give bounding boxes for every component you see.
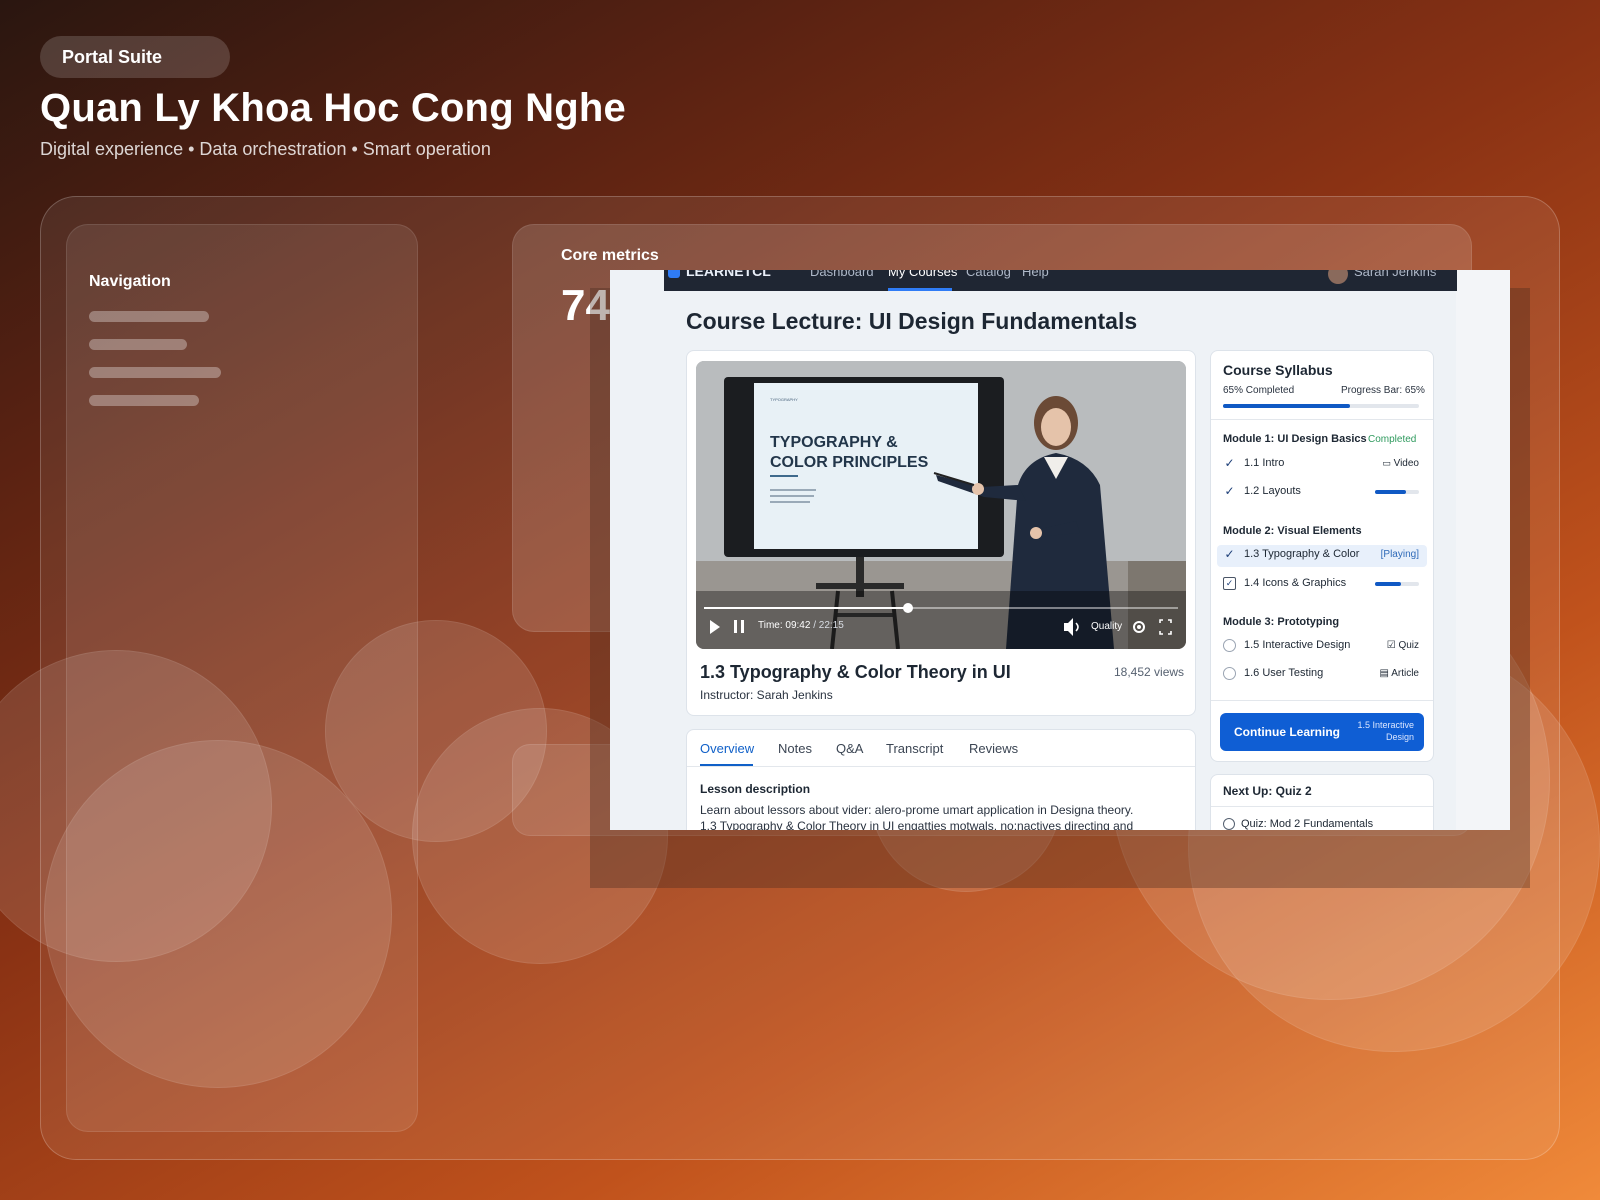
syllabus-item-1-1[interactable]: ✓ 1.1 Intro ▭ Video (1223, 454, 1419, 476)
page-edge-strip (1456, 270, 1510, 830)
syllabus-item-1-3[interactable]: ✓ 1.3 Typography & Color [Playing] (1217, 545, 1427, 567)
item-type: ▭ Video (1382, 458, 1419, 469)
app-top-bar: LEARNETCL Dashboard My Courses Catalog H… (664, 270, 1457, 291)
article-icon: ▤ (1379, 668, 1389, 679)
continue-learning-button[interactable]: Continue Learning 1.5 Interactive Design (1220, 713, 1424, 751)
next-up-title: Next Up: Quiz 2 (1223, 784, 1312, 798)
continue-learning-label: Continue Learning (1234, 725, 1340, 739)
nav-catalog[interactable]: Catalog (966, 270, 1011, 279)
slide-title-line1: TYPOGRAPHY & (770, 434, 898, 451)
nav-placeholder-line[interactable] (89, 311, 209, 322)
video-player[interactable]: TYPOGRAPHY TYPOGRAPHY & COLOR PRINCIPLES (696, 361, 1186, 649)
tab-notes[interactable]: Notes (778, 741, 812, 756)
video-frame: TYPOGRAPHY TYPOGRAPHY & COLOR PRINCIPLES (696, 361, 1186, 649)
syllabus-item-1-6[interactable]: 1.6 User Testing ▤ Article (1223, 664, 1419, 686)
item-label: 1.1 Intro (1244, 457, 1285, 469)
module-3-title[interactable]: Module 3: Prototyping (1223, 616, 1339, 628)
nav-placeholder-line[interactable] (89, 395, 199, 406)
lesson-description-text: Learn about lessors about vider: alero-p… (700, 803, 1134, 830)
next-up-item[interactable]: Quiz: Mod 2 Fundamentals (1223, 818, 1373, 830)
module-1-title[interactable]: Module 1: UI Design Basics (1223, 433, 1367, 445)
navigation-panel: Navigation (66, 224, 418, 1132)
item-type: ☑ Quiz (1386, 640, 1419, 651)
video-progress-fill (704, 607, 908, 609)
slide-small-caption: TYPOGRAPHY (770, 397, 798, 402)
check-icon: ✓ (1224, 456, 1235, 470)
module-1-status: Completed (1368, 434, 1417, 445)
tabs-divider (687, 766, 1195, 767)
next-up-divider (1211, 806, 1433, 807)
user-name[interactable]: Sarah Jenkins (1354, 270, 1436, 279)
lesson-description-heading: Lesson description (700, 782, 811, 796)
app-logo[interactable]: LEARNETCL (686, 270, 771, 279)
view-count: 18,452 views (1114, 665, 1185, 679)
instructor-name: Instructor: Sarah Jenkins (700, 688, 833, 702)
empty-circle-icon (1223, 639, 1236, 652)
item-label: 1.4 Icons & Graphics (1244, 577, 1347, 589)
nav-dashboard[interactable]: Dashboard (810, 270, 874, 279)
page-subtitle: Digital experience • Data orchestration … (40, 139, 491, 159)
syllabus-progress-label: Progress Bar: 65% (1341, 385, 1425, 396)
item-label: 1.3 Typography & Color (1244, 548, 1360, 560)
video-title: 1.3 Typography & Color Theory in UI (700, 662, 1011, 682)
item-progress-bar (1375, 582, 1419, 586)
nav-placeholder-line[interactable] (89, 339, 187, 350)
module-2-title[interactable]: Module 2: Visual Elements (1223, 525, 1362, 537)
check-icon: ✓ (1224, 484, 1235, 498)
syllabus-title: Course Syllabus (1223, 362, 1333, 378)
active-nav-indicator (888, 288, 952, 291)
video-camera-icon: ▭ (1382, 458, 1391, 468)
syllabus-divider (1211, 419, 1433, 420)
syllabus-progress-fill (1223, 404, 1351, 408)
page-title: Quan Ly Khoa Hoc Cong Nghe (40, 86, 626, 130)
navigation-title: Navigation (89, 273, 171, 290)
syllabus-divider (1211, 700, 1433, 701)
syllabus-item-1-4[interactable]: ✓ 1.4 Icons & Graphics (1223, 574, 1419, 596)
quiz-checkbox-icon: ☑ (1386, 640, 1396, 651)
item-progress-bar (1375, 490, 1419, 494)
video-time: Time: 09:42 / 22:15 (758, 620, 844, 631)
item-type: ▤ Article (1379, 668, 1419, 679)
check-icon: ✓ (1224, 547, 1235, 561)
empty-circle-icon (1223, 667, 1236, 680)
checkbox-icon: ✓ (1223, 577, 1236, 590)
video-duration: / 22:15 (813, 620, 844, 631)
page-background: Portal Suite Quan Ly Khoa Hoc Cong Nghe … (0, 0, 1600, 1200)
item-label: 1.5 Interactive Design (1244, 639, 1351, 651)
brand-badge: Portal Suite (40, 36, 230, 78)
quality-button[interactable]: Quality (1091, 621, 1122, 632)
tab-qa[interactable]: Q&A (836, 741, 863, 756)
course-lecture-screenshot: LEARNETCL Dashboard My Courses Catalog H… (610, 270, 1510, 830)
syllabus-item-1-2[interactable]: ✓ 1.2 Layouts (1223, 482, 1419, 504)
user-avatar[interactable] (1328, 270, 1348, 284)
tab-reviews[interactable]: Reviews (969, 741, 1018, 756)
continue-learning-target: 1.5 Interactive Design (1357, 720, 1414, 742)
tab-overview[interactable]: Overview (700, 741, 754, 756)
nav-help[interactable]: Help (1022, 270, 1049, 279)
syllabus-item-1-5[interactable]: 1.5 Interactive Design ☑ Quiz (1223, 636, 1419, 658)
lecture-page-title: Course Lecture: UI Design Fundamentals (686, 308, 1138, 334)
pause-icon[interactable] (734, 620, 737, 633)
core-metrics-label: Core metrics (561, 247, 659, 264)
video-scrubber-handle[interactable] (903, 603, 913, 613)
video-current-time: Time: 09:42 (758, 620, 811, 631)
tab-transcript[interactable]: Transcript (886, 741, 943, 756)
nav-my-courses[interactable]: My Courses (888, 270, 957, 279)
empty-circle-icon (1223, 818, 1235, 830)
syllabus-progress-bar (1223, 404, 1419, 408)
slide-title-line2: COLOR PRINCIPLES (770, 454, 929, 471)
nav-placeholder-line[interactable] (89, 367, 221, 378)
playing-badge: [Playing] (1380, 549, 1419, 560)
app-logo-icon (668, 270, 680, 278)
syllabus-completed: 65% Completed (1223, 385, 1295, 396)
item-label: 1.2 Layouts (1244, 485, 1301, 497)
item-label: 1.6 User Testing (1244, 667, 1324, 679)
